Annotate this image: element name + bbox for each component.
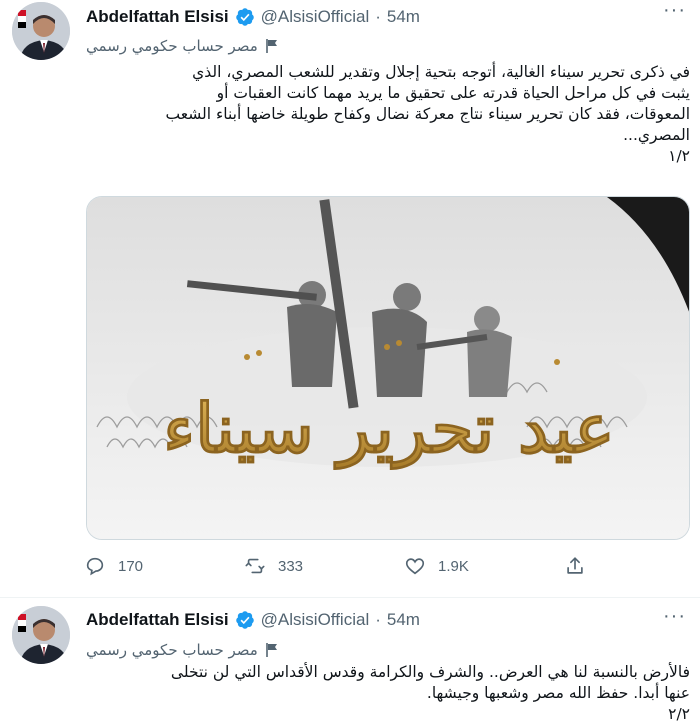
author-handle[interactable]: @AlsisiOfficial — [261, 610, 370, 630]
verified-badge-icon — [235, 610, 255, 630]
separator-dot: · — [375, 610, 381, 629]
government-flag-icon — [265, 39, 278, 53]
like-count: 1.9K — [438, 557, 469, 575]
retweet-icon — [245, 558, 265, 574]
tweet-1[interactable]: Abdelfattah Elsisi @AlsisiOfficial · 54m… — [0, 0, 700, 598]
more-options-icon[interactable]: ··· — [663, 606, 686, 626]
government-label[interactable]: مصر حساب حكومي رسمي — [86, 36, 278, 56]
government-label[interactable]: مصر حساب حكومي رسمي — [86, 640, 278, 660]
tweet-image[interactable]: عيد تحرير سيناء — [86, 196, 690, 540]
tweet-thread-counter: ١/٢ — [668, 147, 690, 165]
tweet-actions: 170 333 1.9K — [84, 552, 624, 580]
tweet-text-line: عنها أبدا. حفظ الله مصر وشعبها وجيشها. — [426, 684, 690, 702]
avatar[interactable] — [12, 606, 70, 664]
tweet-text-line: المصري... — [623, 126, 690, 144]
tweet-thread-counter: ٢/٢ — [668, 705, 690, 723]
timestamp[interactable]: 54m — [387, 610, 420, 630]
tweet-text-line: يثبت في كل مراحل الحياة قدرته على تحقيق … — [216, 84, 690, 102]
government-label-text: مصر حساب حكومي رسمي — [86, 641, 258, 659]
calligraphy-text: عيد تحرير سيناء — [163, 389, 615, 470]
government-label-text: مصر حساب حكومي رسمي — [86, 37, 258, 55]
tweet-text: في ذكرى تحرير سيناء الغالية، أتوجه بتحية… — [86, 62, 691, 182]
author-handle[interactable]: @AlsisiOfficial — [261, 7, 370, 27]
separator-dot: · — [375, 7, 381, 26]
government-flag-icon — [265, 643, 278, 657]
tweet-2[interactable]: Abdelfattah Elsisi @AlsisiOfficial · 54m… — [0, 598, 700, 724]
share-button[interactable] — [564, 555, 586, 577]
reply-button[interactable]: 170 — [84, 555, 244, 577]
tweet-header: Abdelfattah Elsisi @AlsisiOfficial · 54m — [86, 608, 420, 632]
like-icon — [405, 558, 425, 575]
author-name[interactable]: Abdelfattah Elsisi — [86, 7, 229, 27]
tweet-text-line: فالأرض بالنسبة لنا هي العرض.. والشرف وال… — [170, 663, 690, 681]
retweet-count: 333 — [278, 557, 304, 575]
avatar[interactable] — [12, 2, 70, 60]
share-icon — [567, 557, 583, 574]
verified-badge-icon — [235, 7, 255, 27]
tweet-text-line: المعوقات، فقد كان تحرير سيناء نتاج معركة… — [165, 105, 691, 123]
reply-icon — [86, 557, 104, 576]
retweet-button[interactable]: 333 — [244, 555, 404, 577]
tweet-header: Abdelfattah Elsisi @AlsisiOfficial · 54m — [86, 5, 420, 29]
like-button[interactable]: 1.9K — [404, 555, 564, 577]
more-options-icon[interactable]: ··· — [663, 0, 686, 20]
author-name[interactable]: Abdelfattah Elsisi — [86, 610, 229, 630]
tweet-text-line: في ذكرى تحرير سيناء الغالية، أتوجه بتحية… — [192, 63, 690, 81]
timestamp[interactable]: 54m — [387, 7, 420, 27]
tweet-text: فالأرض بالنسبة لنا هي العرض.. والشرف وال… — [86, 662, 690, 724]
reply-count: 170 — [118, 557, 144, 575]
